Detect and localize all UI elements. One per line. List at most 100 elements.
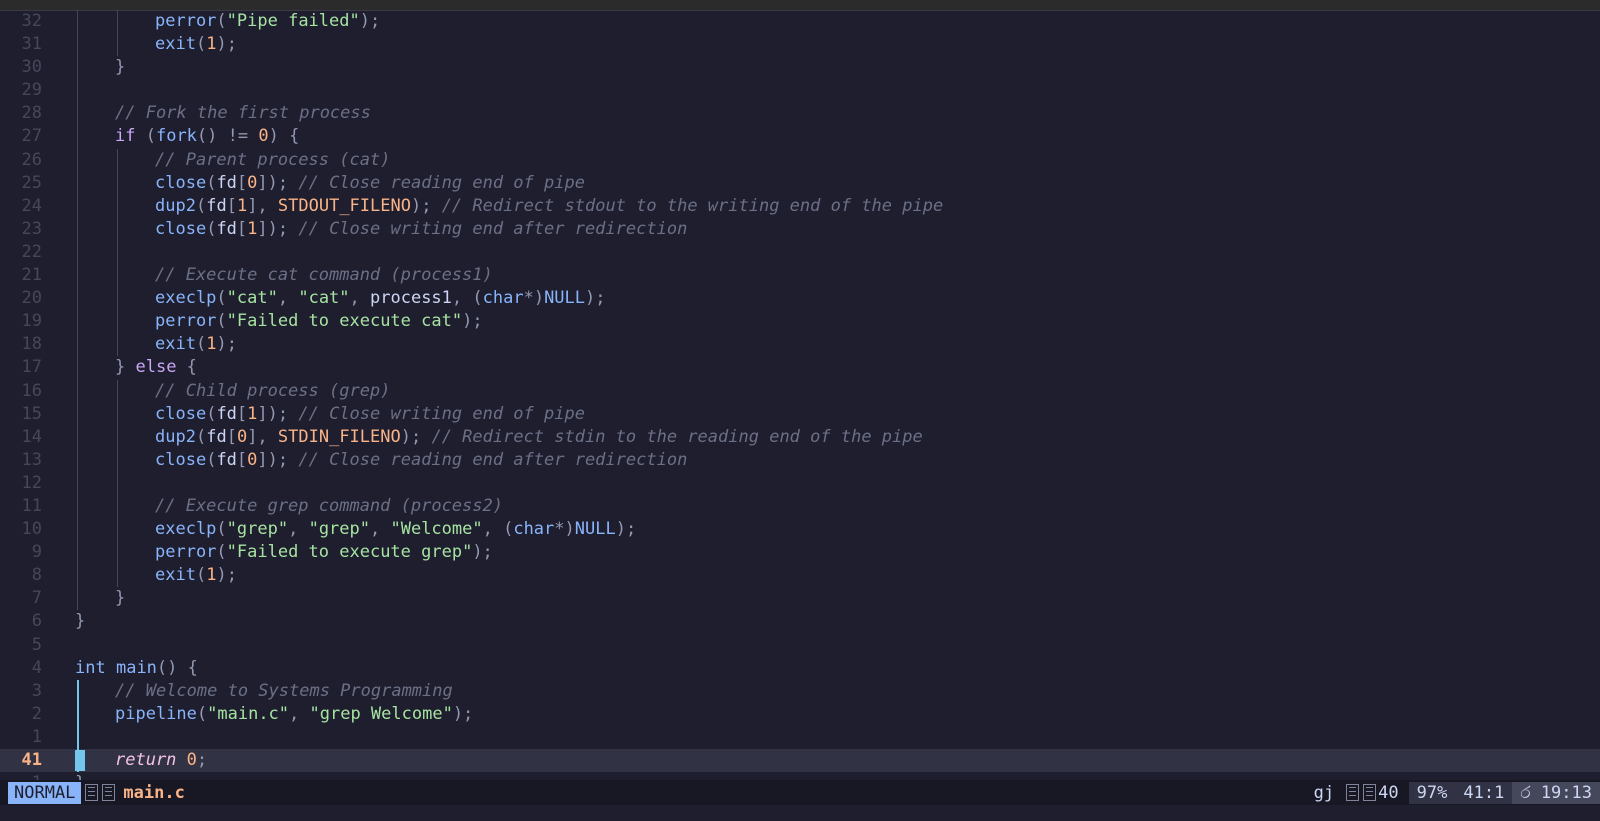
line-number: 24 bbox=[21, 195, 42, 216]
code-line[interactable]: 41 return 0; bbox=[0, 749, 1600, 773]
code-text: dup2(fd[0], STDIN_FILENO); // Redirect s… bbox=[155, 426, 1600, 449]
code-token: , bbox=[289, 703, 310, 724]
indent-guide bbox=[77, 402, 78, 426]
code-line[interactable]: 5 bbox=[0, 634, 1600, 657]
code-line[interactable]: 22 bbox=[0, 240, 1600, 265]
code-token: dup2 bbox=[155, 195, 196, 216]
code-token: () != bbox=[196, 126, 259, 147]
code-token: STDOUT_FILENO bbox=[277, 195, 411, 216]
code-token: dup2 bbox=[155, 426, 196, 447]
code-line[interactable]: 12 bbox=[0, 471, 1600, 495]
indent-guide bbox=[77, 587, 78, 611]
code-token: perror bbox=[155, 11, 217, 31]
command-line[interactable] bbox=[0, 805, 1600, 821]
code-token: if bbox=[115, 126, 136, 147]
code-token: { bbox=[176, 357, 197, 378]
line-number: 18 bbox=[21, 334, 42, 355]
code-token: 0 bbox=[247, 172, 258, 193]
code-token: ]); bbox=[257, 218, 299, 239]
indent-guide bbox=[117, 541, 118, 565]
indent-guide bbox=[117, 10, 118, 34]
line-number: 5 bbox=[31, 634, 42, 655]
line-number: 9 bbox=[31, 542, 42, 563]
code-line[interactable]: 18 exit(1); bbox=[0, 333, 1600, 357]
code-token: ; bbox=[196, 750, 208, 770]
scroll-percent: 97% bbox=[1408, 781, 1456, 804]
code-token: , bbox=[349, 288, 371, 309]
code-text: close(fd[1]); // Close writing end after… bbox=[155, 218, 1600, 241]
code-line[interactable]: 15 close(fd[1]); // Close writing end of … bbox=[0, 402, 1600, 426]
code-token: execlp bbox=[155, 288, 217, 309]
code-token: ); bbox=[359, 11, 381, 31]
code-line[interactable]: 14 dup2(fd[0], STDIN_FILENO); // Redirect… bbox=[0, 425, 1600, 449]
code-token: "cat" bbox=[298, 288, 350, 309]
line-number: 14 bbox=[21, 426, 42, 447]
code-line[interactable]: 23 close(fd[1]); // Close writing end aft… bbox=[0, 217, 1600, 241]
code-token: ]); bbox=[257, 172, 299, 193]
code-text: } bbox=[115, 56, 1600, 79]
code-line[interactable]: 10 execlp("grep", "grep", "Welcome", (cha… bbox=[0, 518, 1600, 542]
code-line[interactable]: 3 // Welcome to Systems Programming bbox=[0, 679, 1600, 703]
code-line[interactable]: 13 close(fd[0]); // Close reading end aft… bbox=[0, 448, 1600, 472]
code-text: // Fork the first process bbox=[115, 102, 1600, 125]
code-text: // Child process (grep) bbox=[155, 380, 1600, 403]
code-token: } bbox=[75, 611, 86, 632]
code-token: ( bbox=[216, 519, 227, 540]
indent-guide bbox=[117, 264, 118, 288]
file-name[interactable]: main.c bbox=[123, 783, 184, 803]
code-token: , bbox=[370, 519, 391, 540]
code-line[interactable]: 2 pipeline("main.c", "grep Welcome"); bbox=[0, 702, 1600, 726]
indent-guide bbox=[77, 79, 78, 103]
code-text: close(fd[0]); // Close reading end of pi… bbox=[155, 172, 1600, 195]
code-token: ); bbox=[400, 426, 432, 447]
code-text: close(fd[1]); // Close writing end of pi… bbox=[155, 403, 1600, 426]
code-line[interactable]: 11 // Execute grep command (process2) bbox=[0, 494, 1600, 519]
code-line[interactable]: 32 perror("Pipe failed"); bbox=[0, 10, 1600, 34]
code-line[interactable]: 27 if (fork() != 0) { bbox=[0, 125, 1600, 149]
pending-keys: gj bbox=[1313, 782, 1335, 803]
code-line[interactable]: 21 // Execute cat command (process1) bbox=[0, 264, 1600, 288]
code-token: [ bbox=[236, 403, 248, 424]
code-line[interactable]: 4 int main() { bbox=[0, 657, 1600, 680]
line-number: 12 bbox=[21, 472, 42, 493]
code-line[interactable]: 17} else { bbox=[0, 356, 1600, 380]
code-token: fd bbox=[216, 172, 237, 193]
code-line[interactable]: 7} bbox=[0, 587, 1600, 611]
indent-guide bbox=[117, 240, 118, 265]
code-line[interactable]: 19 perror("Failed to execute cat"); bbox=[0, 310, 1600, 334]
line-number: 32 bbox=[21, 11, 42, 31]
indent-guide bbox=[77, 448, 78, 472]
code-token: *) bbox=[523, 288, 545, 309]
code-editor[interactable]: 32 perror("Pipe failed"); 31 exit(1); 30} 29 2… bbox=[0, 10, 1600, 795]
indent-guide bbox=[77, 33, 78, 57]
code-line[interactable]: 24 dup2(fd[1], STDOUT_FILENO); // Redirec… bbox=[0, 194, 1600, 218]
code-line[interactable]: 25 close(fd[0]); // Close reading end of … bbox=[0, 171, 1600, 195]
code-line[interactable]: 8 exit(1); bbox=[0, 564, 1600, 588]
indent-guide bbox=[77, 148, 78, 172]
code-line[interactable]: 31 exit(1); bbox=[0, 33, 1600, 57]
code-line[interactable]: 6} bbox=[0, 610, 1600, 633]
code-line[interactable]: 20 execlp("cat", "cat", process1, (char*)… bbox=[0, 287, 1600, 311]
code-token: main bbox=[115, 657, 157, 678]
code-token: "Failed to execute cat" bbox=[226, 311, 463, 332]
code-token: int bbox=[75, 657, 106, 678]
code-token: "Welcome" bbox=[390, 519, 483, 540]
code-text: perror("Failed to execute cat"); bbox=[155, 310, 1600, 333]
line-number: 29 bbox=[21, 80, 42, 101]
code-token: 0 bbox=[236, 426, 248, 447]
code-line[interactable]: 26 // Parent process (cat) bbox=[0, 148, 1600, 172]
code-token: ( bbox=[216, 11, 227, 31]
code-token: [ bbox=[236, 449, 248, 470]
code-line[interactable]: 28 // Fork the first process bbox=[0, 102, 1600, 126]
code-token: 1 bbox=[247, 403, 258, 424]
code-line[interactable]: 29 bbox=[0, 79, 1600, 103]
indent-guide bbox=[77, 102, 78, 126]
code-token: ( bbox=[216, 311, 227, 332]
code-line[interactable]: 1 bbox=[0, 725, 1600, 749]
code-line[interactable]: 16 // Child process (grep) bbox=[0, 379, 1600, 403]
code-token: perror bbox=[155, 542, 217, 563]
code-line[interactable]: 9 perror("Failed to execute grep"); bbox=[0, 541, 1600, 565]
code-line[interactable]: 30} bbox=[0, 56, 1600, 80]
indent-guide bbox=[77, 240, 78, 265]
